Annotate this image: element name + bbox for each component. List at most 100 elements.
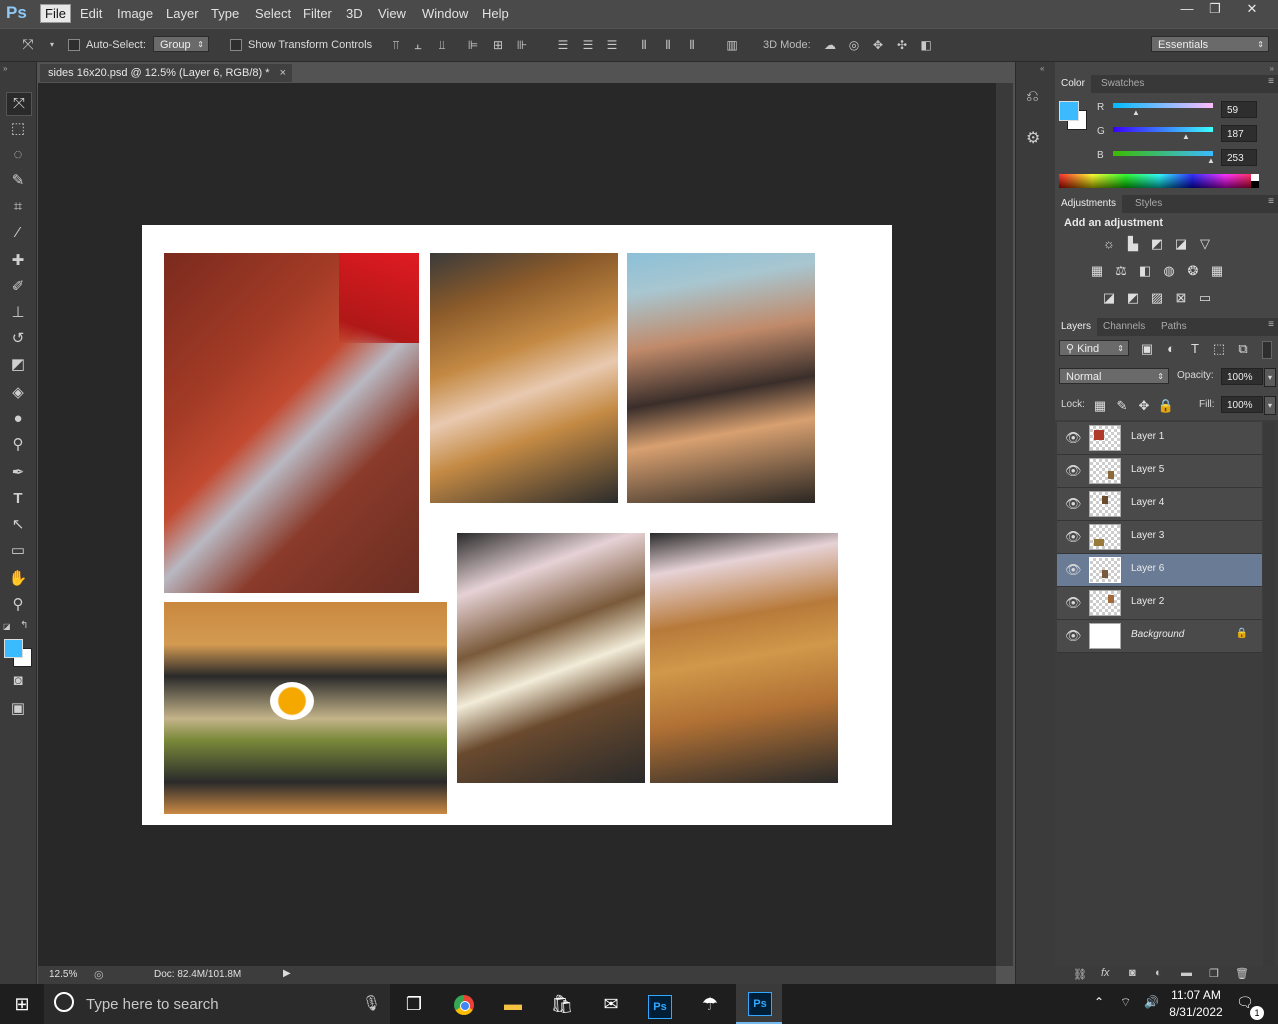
photo-cheesy-chicken[interactable] (650, 533, 838, 783)
tab-color[interactable]: Color (1055, 75, 1091, 93)
history-panel-icon[interactable]: ⎌ (1026, 88, 1039, 106)
distribute-top-icon[interactable]: ☰ (555, 38, 571, 52)
black-white-icon[interactable]: ◧ (1136, 263, 1154, 279)
b-slider-handle-icon[interactable]: ▲ (1207, 156, 1215, 165)
move-tool-icon[interactable]: ⤧ (6, 92, 32, 116)
distribute-vcenter-icon[interactable]: ☰ (580, 38, 596, 52)
brush-tool-icon[interactable]: ✐ (6, 276, 30, 298)
layer-row[interactable]: 👁 Layer 1 (1057, 422, 1262, 455)
vertical-scrollbar[interactable] (996, 83, 1013, 966)
3d-pan-icon[interactable]: ✥ (870, 38, 886, 52)
new-group-icon[interactable]: ▬ (1181, 967, 1192, 979)
pen-tool-icon[interactable]: ✒ (6, 462, 30, 484)
path-select-tool-icon[interactable]: ↖ (6, 514, 30, 536)
layer-name[interactable]: Layer 4 (1131, 497, 1164, 508)
close-tab-icon[interactable]: × (280, 64, 286, 82)
tab-paths[interactable]: Paths (1155, 318, 1193, 336)
photo-filter-icon[interactable]: ◍ (1160, 263, 1178, 279)
layer-row[interactable]: 👁 Layer 4 (1057, 488, 1262, 521)
invert-icon[interactable]: ◪ (1100, 290, 1118, 306)
distribute-right-icon[interactable]: ⫴ (684, 38, 700, 52)
b-value[interactable]: 253 (1221, 149, 1257, 166)
zoom-tool-icon[interactable]: ⚲ (6, 594, 30, 616)
close-window-button[interactable]: ✕ (1232, 0, 1272, 18)
blend-mode-dropdown[interactable]: Normal ⇕ (1059, 368, 1169, 384)
layer-name[interactable]: Layer 6 (1131, 563, 1164, 574)
vibrance-icon[interactable]: ▽ (1196, 236, 1214, 252)
restore-button[interactable]: ❐ (1198, 0, 1232, 18)
visibility-eye-icon[interactable]: 👁 (1065, 628, 1082, 644)
g-value[interactable]: 187 (1221, 125, 1257, 142)
show-hidden-icons-icon[interactable]: ⌃ (1094, 995, 1104, 1009)
visibility-eye-icon[interactable]: 👁 (1065, 529, 1082, 545)
layers-scrollbar[interactable] (1263, 422, 1275, 980)
fill-dropdown-icon[interactable]: ▾ (1264, 396, 1276, 415)
g-slider[interactable] (1113, 127, 1213, 132)
lasso-tool-icon[interactable]: ◌ (6, 144, 30, 166)
panel-menu-icon[interactable]: ≡ (1268, 196, 1274, 207)
active-photoshop-taskbar-icon[interactable]: Ps (736, 984, 782, 1024)
layer-filter-dropdown[interactable]: ⚲ Kind ⇕ (1059, 340, 1129, 356)
expand-dock-icon[interactable]: « (1040, 64, 1044, 73)
healing-brush-tool-icon[interactable]: ✚ (6, 250, 30, 272)
file-explorer-icon[interactable]: ▬ (499, 990, 527, 1018)
paint-bucket-tool-icon[interactable]: ◈ (6, 382, 30, 404)
default-colors-icon[interactable]: ◪ (3, 622, 11, 631)
tab-layers[interactable]: Layers (1055, 318, 1098, 336)
status-menu-arrow-icon[interactable]: ▶ (283, 968, 291, 979)
new-adjustment-layer-icon[interactable]: ◐ (1155, 967, 1162, 979)
3d-orbit-icon[interactable]: ☁ (822, 38, 838, 52)
filter-pixel-icon[interactable]: ▣ (1138, 341, 1156, 357)
hue-saturation-icon[interactable]: ▦ (1088, 263, 1106, 279)
panel-menu-icon[interactable]: ≡ (1268, 319, 1274, 330)
workspace-dropdown[interactable]: Essentials ⇕ (1151, 36, 1269, 52)
status-export-icon[interactable]: ◎ (94, 968, 104, 981)
stamp-tool-icon[interactable]: ⊥ (6, 302, 30, 324)
photo-chicken-baskets[interactable] (430, 253, 618, 503)
visibility-eye-icon[interactable]: 👁 (1065, 463, 1082, 479)
align-left-icon[interactable]: ⊫ (465, 38, 481, 52)
zoom-level[interactable]: 12.5% (49, 969, 77, 980)
photo-sisig-egg[interactable] (164, 602, 447, 814)
visibility-eye-icon[interactable]: 👁 (1065, 496, 1082, 512)
align-hcenter-icon[interactable]: ⊞ (490, 38, 506, 52)
gradient-map-icon[interactable]: ▭ (1196, 290, 1214, 306)
posterize-icon[interactable]: ◩ (1124, 290, 1142, 306)
show-transform-checkbox[interactable] (230, 39, 242, 51)
windows-start-icon[interactable]: ⊞ (8, 990, 36, 1018)
visibility-eye-icon[interactable]: 👁 (1065, 562, 1082, 578)
lock-position-icon[interactable]: ✥ (1135, 398, 1153, 414)
visibility-eye-icon[interactable]: 👁 (1065, 430, 1082, 446)
microphone-icon[interactable]: 🎙 (362, 994, 381, 1012)
color-balance-icon[interactable]: ⚖ (1112, 263, 1130, 279)
history-brush-tool-icon[interactable]: ↺ (6, 328, 30, 350)
layer-name[interactable]: Layer 3 (1131, 530, 1164, 541)
collapse-panels-icon[interactable]: » (1270, 64, 1274, 73)
layer-row[interactable]: 👁 Layer 3 (1057, 521, 1262, 554)
lock-transparent-icon[interactable]: ▦ (1091, 398, 1109, 414)
spectrum-black-swatch[interactable] (1251, 181, 1259, 188)
lock-pixels-icon[interactable]: ✎ (1113, 398, 1131, 414)
threshold-icon[interactable]: ▨ (1148, 290, 1166, 306)
filter-type-icon[interactable]: T (1186, 341, 1204, 357)
marquee-tool-icon[interactable]: ⬚ (6, 118, 30, 140)
clock[interactable]: 11:07 AM 8/31/2022 (1166, 988, 1226, 1019)
eraser-tool-icon[interactable]: ◩ (6, 354, 30, 376)
layer-mask-icon[interactable]: ◙ (1129, 967, 1136, 979)
lock-all-icon[interactable]: 🔒 (1157, 398, 1175, 414)
volume-icon[interactable]: 🔊 (1144, 995, 1159, 1009)
menu-filter[interactable]: Filter (303, 6, 332, 21)
menu-view[interactable]: View (378, 6, 406, 21)
quick-mask-icon[interactable]: ◙ (6, 670, 30, 692)
type-tool-icon[interactable]: T (6, 488, 30, 510)
hand-tool-icon[interactable]: ✋ (6, 568, 30, 590)
document-tab[interactable]: sides 16x20.psd @ 12.5% (Layer 6, RGB/8)… (40, 64, 292, 82)
3d-scale-icon[interactable]: ◧ (918, 38, 934, 52)
align-bottom-icon[interactable]: ⫫ (434, 38, 450, 52)
color-spectrum-bar[interactable] (1059, 174, 1259, 188)
tab-swatches[interactable]: Swatches (1095, 75, 1150, 93)
trash-icon[interactable]: 🗑 (1235, 967, 1249, 980)
layer-name[interactable]: Background (1131, 629, 1184, 640)
3d-slide-icon[interactable]: ✣ (894, 38, 910, 52)
distribute-left-icon[interactable]: ⫴ (636, 38, 652, 52)
